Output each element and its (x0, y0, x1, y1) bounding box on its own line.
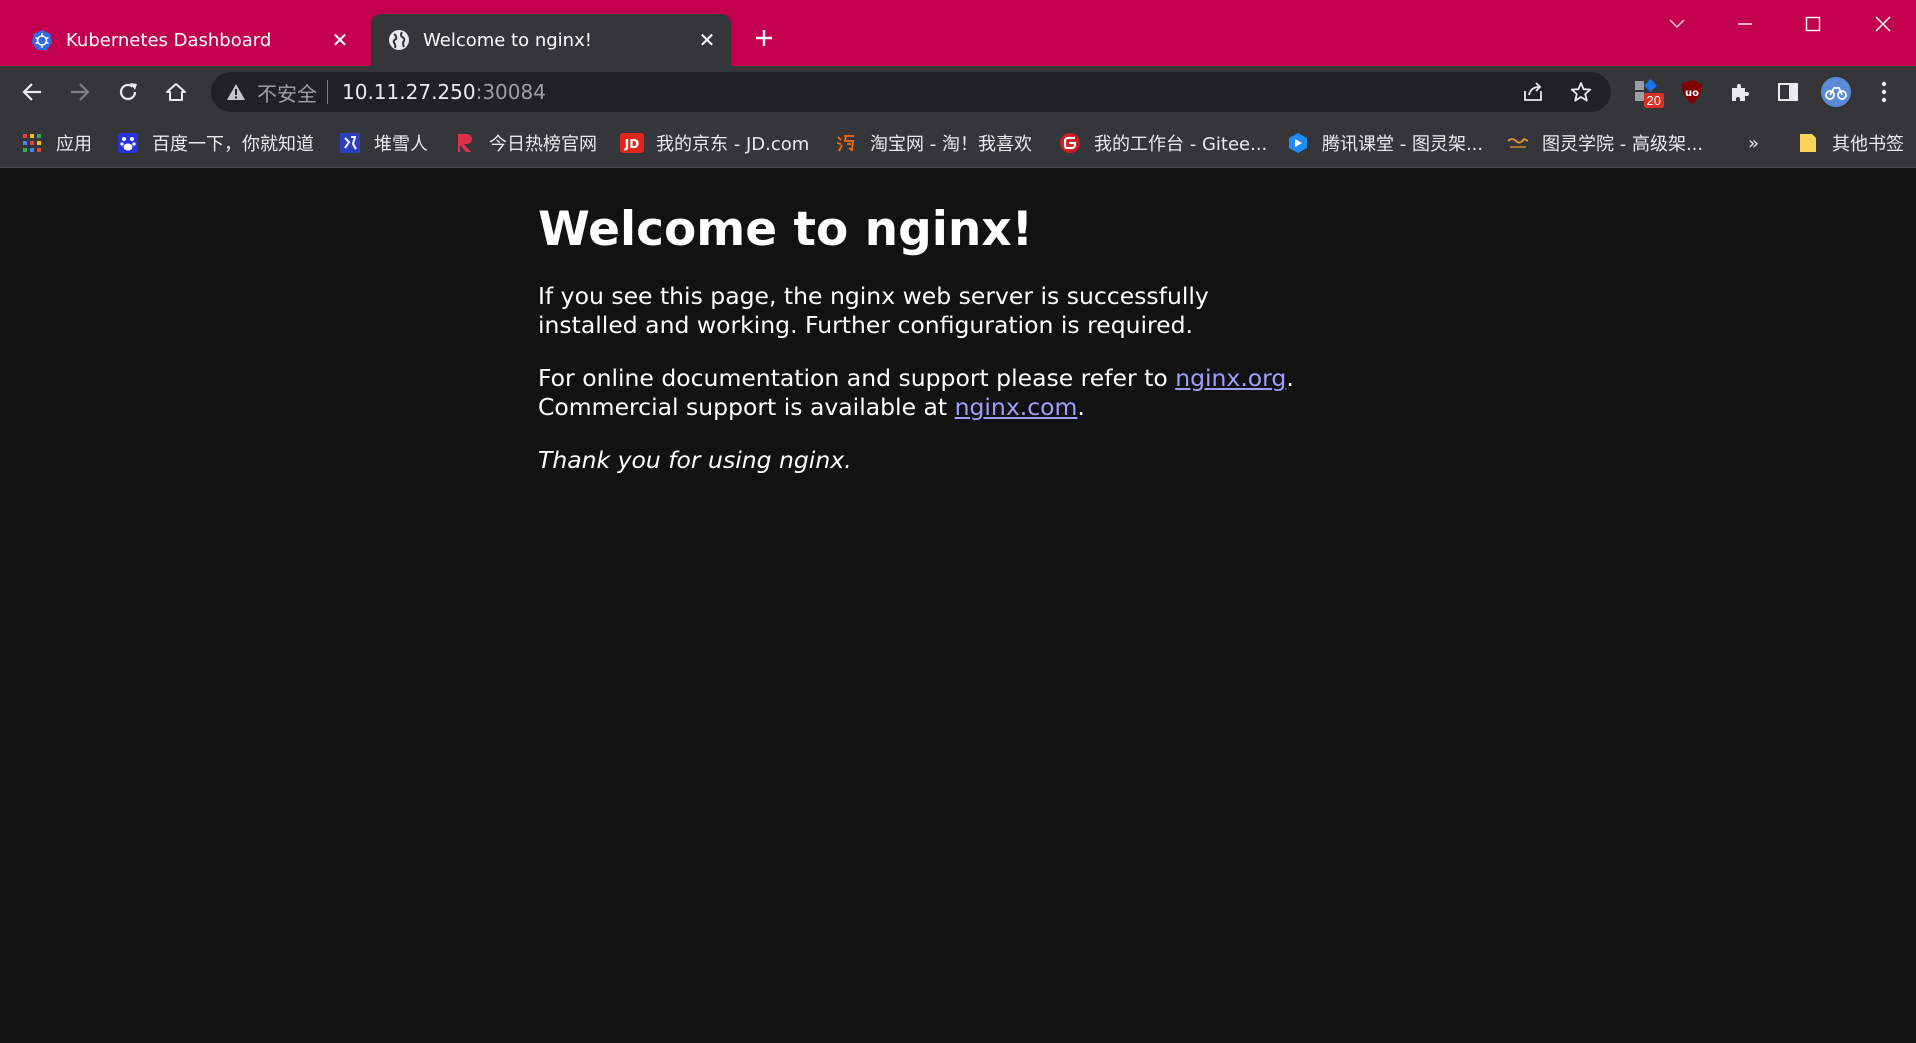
bookmark-jd[interactable]: JD 我的京东 - JD.com (620, 128, 809, 158)
jd-icon: JD (620, 131, 644, 155)
star-icon (1570, 82, 1592, 102)
bookmark-tencent-classroom[interactable]: 腾讯课堂 - 图灵架... (1286, 128, 1483, 158)
tab-kubernetes-dashboard[interactable]: Kubernetes Dashboard ✕ (14, 14, 364, 66)
tophub-icon (453, 131, 477, 155)
minimize-icon (1738, 23, 1752, 25)
close-tab-icon[interactable]: ✕ (693, 26, 721, 54)
tab-strip: Kubernetes Dashboard ✕ Welcome to nginx!… (0, 0, 1916, 66)
chevron-down-icon (1669, 19, 1685, 29)
baidu-icon (116, 131, 140, 155)
bookmark-tuling[interactable]: 图灵学院 - 高级架... (1506, 128, 1703, 158)
arrow-left-icon (22, 83, 41, 101)
folder-icon (1796, 131, 1820, 155)
url-port: :30084 (475, 80, 546, 104)
bookmarks-bar: 应用 百度一下，你就知道 堆雪人 今日热榜官网 JD 我的京东 - JD.com… (0, 118, 1916, 168)
bookmark-label: 淘宝网 - 淘！我喜欢 (870, 134, 1032, 155)
ublock-shield-icon: uo (1682, 80, 1702, 104)
arrow-right-icon (71, 83, 90, 101)
tab-search-button[interactable] (1654, 8, 1700, 40)
url-host: 10.11.27.250 (342, 80, 476, 104)
reload-button[interactable] (110, 74, 146, 110)
thank-you-message: Thank you for using nginx. (538, 446, 852, 474)
tuling-icon (1506, 131, 1530, 155)
duixueren-icon (338, 131, 362, 155)
chrome-menu-button[interactable] (1866, 74, 1902, 110)
extension-badge: 20 (1643, 93, 1664, 108)
close-icon (1875, 16, 1891, 32)
bookmark-label: 堆雪人 (374, 134, 428, 155)
minimize-button[interactable] (1722, 8, 1768, 40)
kubernetes-icon (30, 28, 54, 52)
extensions-menu-button[interactable] (1722, 74, 1758, 110)
share-button[interactable] (1517, 76, 1549, 108)
svg-text:JD: JD (624, 137, 639, 151)
share-icon (1524, 82, 1542, 101)
bookmark-label: 今日热榜官网 (489, 134, 597, 155)
bookmark-label: 其他书签 (1832, 134, 1904, 155)
chevron-double-right-icon: » (1748, 132, 1760, 154)
puzzle-piece-icon (1732, 84, 1749, 101)
nginx-welcome-content: Welcome to nginx! If you see this page, … (538, 168, 1298, 475)
warning-icon[interactable] (225, 81, 247, 103)
bookmark-baidu[interactable]: 百度一下，你就知道 (116, 128, 314, 158)
globe-icon (387, 28, 411, 52)
back-button[interactable] (14, 74, 50, 110)
tab-title: Kubernetes Dashboard (66, 29, 272, 51)
other-bookmarks-folder[interactable]: 其他书签 (1796, 128, 1904, 158)
side-panel-button[interactable] (1770, 74, 1806, 110)
reload-icon (119, 83, 137, 101)
nginx-com-link[interactable]: nginx.com (955, 393, 1078, 421)
commercial-support-text: Commercial support is available at (538, 393, 955, 421)
bookmark-label: 图灵学院 - 高级架... (1542, 134, 1704, 155)
page-viewport: Welcome to nginx! If you see this page, … (0, 168, 1916, 1043)
bookmark-label: 我的工作台 - Gitee... (1094, 134, 1268, 155)
bookmark-taobao[interactable]: 淘宝网 - 淘！我喜欢 (834, 128, 1032, 158)
maximize-icon (1805, 16, 1821, 32)
punctuation: . (1077, 393, 1085, 421)
taobao-icon (834, 131, 858, 155)
kebab-menu-icon (1881, 81, 1887, 103)
new-tab-button[interactable] (748, 22, 780, 54)
security-status-label[interactable]: 不安全 (257, 78, 317, 107)
close-window-button[interactable] (1860, 8, 1906, 40)
plus-icon (756, 30, 772, 46)
ublock-button[interactable]: uo (1674, 74, 1710, 110)
address-bar[interactable]: 不安全 10.11.27.250:30084 (211, 72, 1611, 112)
bookmarks-overflow-button[interactable]: » (1748, 128, 1759, 158)
bookmark-star-button[interactable] (1565, 76, 1597, 108)
gitee-icon (1058, 131, 1082, 155)
bookmark-label: 腾讯课堂 - 图灵架... (1322, 134, 1484, 155)
svg-text:uo: uo (1685, 88, 1699, 99)
browser-window: Kubernetes Dashboard ✕ Welcome to nginx!… (0, 0, 1916, 1043)
nginx-org-link[interactable]: nginx.org (1175, 364, 1286, 392)
avatar (1821, 77, 1851, 107)
extension-button[interactable]: 20 (1628, 74, 1664, 110)
support-paragraph: For online documentation and support ple… (538, 364, 1298, 422)
punctuation: . (1286, 364, 1294, 392)
divider (327, 80, 328, 104)
tab-title: Welcome to nginx! (423, 29, 592, 51)
forward-button[interactable] (62, 74, 98, 110)
bookmark-label: 应用 (56, 134, 92, 155)
home-icon (166, 83, 186, 101)
close-tab-icon[interactable]: ✕ (326, 26, 354, 54)
tab-welcome-to-nginx[interactable]: Welcome to nginx! ✕ (371, 14, 731, 66)
tencent-classroom-icon (1286, 131, 1310, 155)
support-text: For online documentation and support ple… (538, 364, 1176, 392)
bookmark-label: 百度一下，你就知道 (152, 134, 314, 155)
maximize-button[interactable] (1790, 8, 1836, 40)
page-title: Welcome to nginx! (538, 202, 1034, 257)
side-panel-icon (1778, 83, 1798, 101)
toolbar: 不安全 10.11.27.250:30084 20 uo (0, 66, 1916, 118)
apps-grid-icon (20, 131, 44, 155)
install-message: If you see this page, the nginx web serv… (538, 282, 1209, 339)
profile-button[interactable] (1818, 74, 1854, 110)
bookmark-tophub[interactable]: 今日热榜官网 (453, 128, 597, 158)
bookmark-label: 我的京东 - JD.com (656, 134, 810, 155)
bookmark-duixueren[interactable]: 堆雪人 (338, 128, 428, 158)
home-button[interactable] (158, 74, 194, 110)
bookmark-gitee[interactable]: 我的工作台 - Gitee... (1058, 128, 1267, 158)
bookmark-apps[interactable]: 应用 (20, 128, 92, 158)
